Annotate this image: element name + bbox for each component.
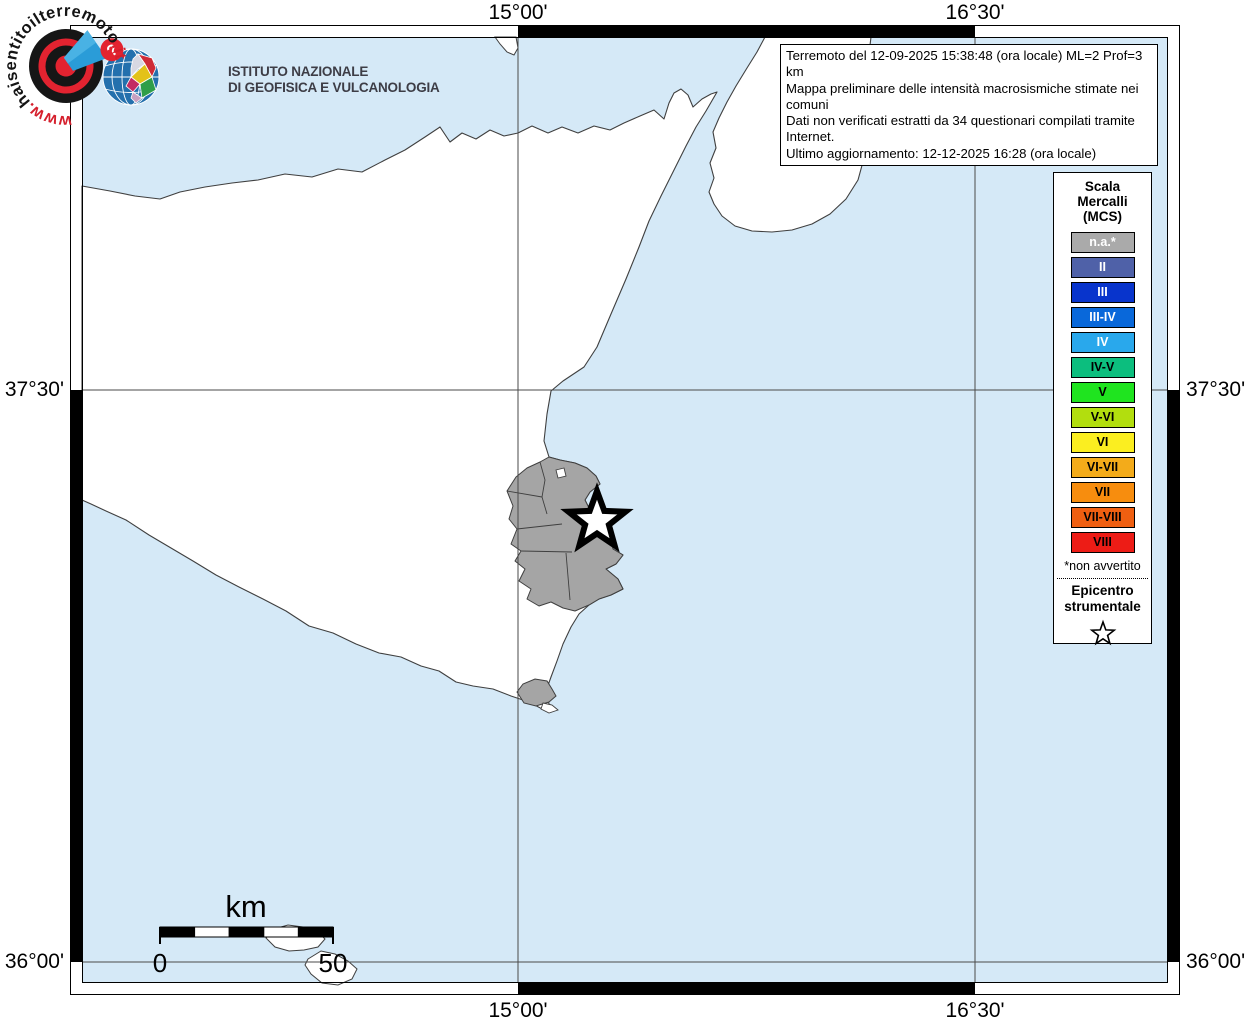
legend-epicenter-line2: strumentale bbox=[1064, 599, 1141, 614]
legend-swatch-ii: II bbox=[1070, 257, 1135, 278]
info-line-questionnaires: Dati non verificati estratti da 34 quest… bbox=[786, 113, 1135, 145]
legend-title-line2: Mercalli bbox=[1077, 194, 1128, 209]
earthquake-info-box: Terremoto del 12-09-2025 15:38:48 (ora l… bbox=[780, 44, 1158, 167]
macroseismic-map-canvas: km 0 50 ? www.haisentitoilterremoto.it I… bbox=[0, 0, 1255, 1024]
legend-epicenter-line1: Epicentro bbox=[1071, 583, 1134, 598]
ingv-name-line2: DI GEOFISICA E VULCANOLOGIA bbox=[228, 80, 440, 95]
tick-lat-south-left: 36°00' bbox=[4, 950, 64, 973]
legend-swatch-vii: VII bbox=[1070, 482, 1135, 503]
legend-swatch-iii-iv: III-IV bbox=[1070, 307, 1135, 328]
tick-lat-south-right: 36°00' bbox=[1186, 950, 1246, 973]
legend-separator bbox=[1057, 578, 1148, 579]
legend-footnote: *non avvertito bbox=[1064, 559, 1141, 573]
tick-lon-west-top: 15°00' bbox=[488, 1, 548, 24]
tick-lon-east-top: 16°30' bbox=[945, 1, 1005, 24]
legend-swatch-iv-v: IV-V bbox=[1070, 357, 1135, 378]
info-line-updated: Ultimo aggiornamento: 12-12-2025 16:28 (… bbox=[786, 145, 1097, 161]
municipality-enclave bbox=[555, 467, 567, 479]
tick-lat-north-right: 37°30' bbox=[1186, 378, 1246, 401]
tick-lon-west-bottom: 15°00' bbox=[488, 999, 548, 1022]
scale-bar-unit: km bbox=[225, 889, 266, 924]
legend-swatch-vii-viii: VII-VIII bbox=[1070, 507, 1135, 528]
watermark-logo: ? www.haisentitoilterremoto.it bbox=[0, 0, 132, 132]
legend-star-icon bbox=[1089, 619, 1116, 646]
legend-swatch-vi-vii: VI-VII bbox=[1070, 457, 1135, 478]
ingv-institute-name: ISTITUTO NAZIONALE DI GEOFISICA E VULCAN… bbox=[228, 64, 440, 96]
info-line-event: Terremoto del 12-09-2025 15:38:48 (ora l… bbox=[786, 48, 1143, 80]
tick-lat-north-left: 37°30' bbox=[4, 378, 64, 401]
legend-swatch-iii: III bbox=[1070, 282, 1135, 303]
legend-title-line1: Scala bbox=[1084, 179, 1121, 194]
legend-title-line3: (MCS) bbox=[1083, 209, 1122, 224]
mercalli-legend: Scala Mercalli (MCS) n.a.* II III III-IV… bbox=[1053, 172, 1152, 646]
ingv-name-line1: ISTITUTO NAZIONALE bbox=[228, 64, 369, 79]
legend-swatch-na: n.a.* bbox=[1070, 232, 1135, 253]
legend-swatch-iv: IV bbox=[1070, 332, 1135, 353]
info-line-map-type: Mappa preliminare delle intensità macros… bbox=[786, 80, 1139, 112]
tick-lon-east-bottom: 16°30' bbox=[945, 999, 1005, 1022]
legend-title: Scala Mercalli (MCS) bbox=[1054, 179, 1151, 224]
legend-swatch-vi: VI bbox=[1070, 432, 1135, 453]
legend-swatch-v-vi: V-VI bbox=[1070, 407, 1135, 428]
legend-swatch-v: V bbox=[1070, 382, 1135, 403]
scale-bar-start: 0 bbox=[153, 948, 167, 978]
legend-epicenter-label: Epicentro strumentale bbox=[1054, 583, 1151, 615]
legend-swatch-viii: VIII bbox=[1070, 532, 1135, 553]
scale-bar-end: 50 bbox=[319, 948, 348, 978]
